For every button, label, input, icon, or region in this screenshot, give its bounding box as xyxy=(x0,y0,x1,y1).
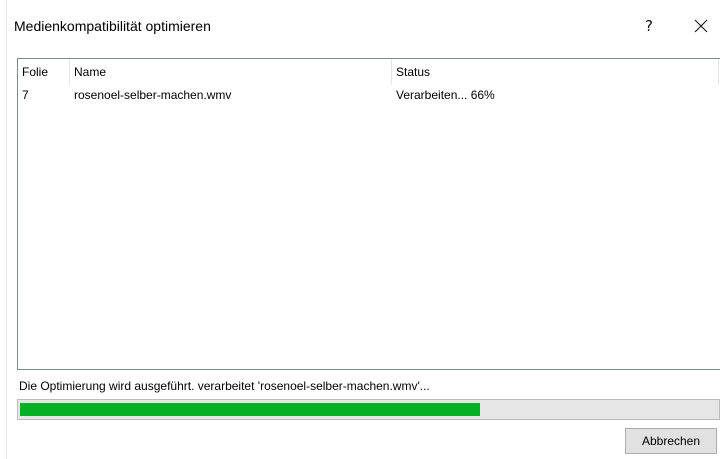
column-header-status[interactable]: Status xyxy=(392,59,719,85)
cancel-button[interactable]: Abbrechen xyxy=(625,428,717,454)
progress-fill xyxy=(20,403,480,416)
help-button[interactable]: ? xyxy=(626,8,672,44)
table-row[interactable]: 7 rosenoel-selber-machen.wmv Verarbeiten… xyxy=(18,85,720,105)
title-bar[interactable]: Medienkompatibilität optimieren ? xyxy=(7,0,720,52)
list-header: Folie Name Status xyxy=(18,59,720,85)
cell-folie: 7 xyxy=(22,88,29,102)
cell-name: rosenoel-selber-machen.wmv xyxy=(74,88,232,102)
dialog-title: Medienkompatibilität optimieren xyxy=(14,18,211,34)
progress-bar xyxy=(17,399,720,420)
progress-message: Die Optimierung wird ausgeführt. verarbe… xyxy=(19,379,430,393)
cell-status: Verarbeiten... 66% xyxy=(396,88,495,102)
media-list[interactable]: Folie Name Status 7 rosenoel-selber-mach… xyxy=(17,58,720,370)
column-header-name[interactable]: Name xyxy=(70,59,392,85)
window-border xyxy=(6,0,7,459)
column-header-folie[interactable]: Folie xyxy=(18,59,70,85)
close-button[interactable] xyxy=(678,8,720,44)
optimize-media-dialog: Medienkompatibilität optimieren ? Folie … xyxy=(0,0,720,459)
close-icon xyxy=(694,19,708,33)
